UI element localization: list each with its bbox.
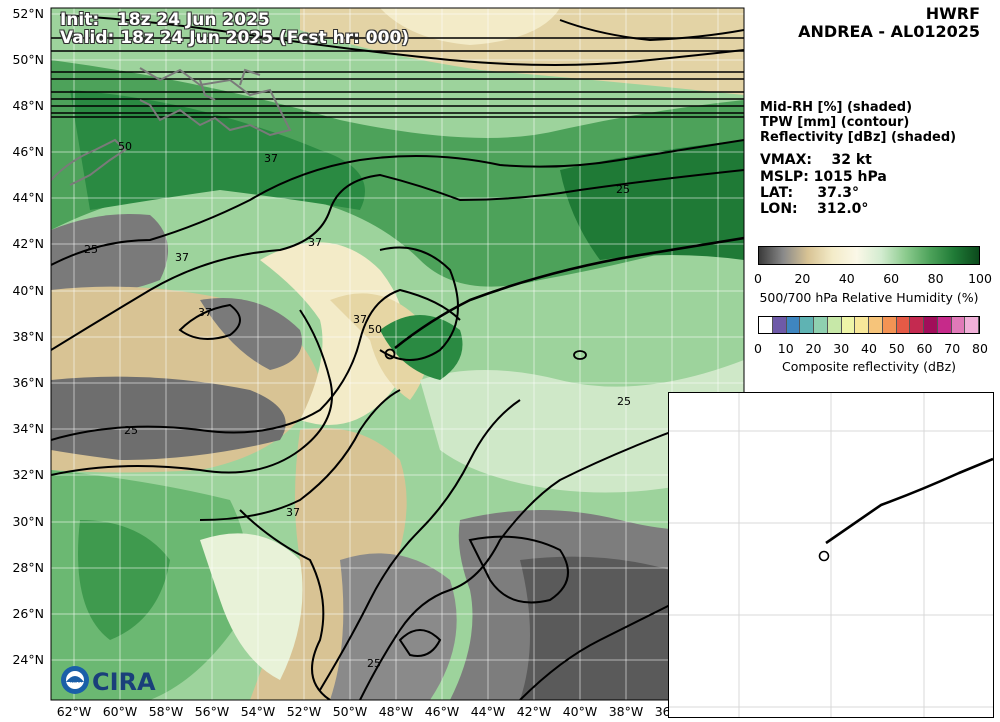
contour-label: 25 [367,657,381,670]
lat-label: 24°N [12,652,44,667]
reflectivity-colorbar-segment [910,317,924,333]
lat-label: 44°N [12,190,44,205]
map-panel: 50 37 25 37 37 37 37 50 25 25 25 37 25 N… [12,6,745,719]
lon-label: 54°W [241,704,276,719]
reflectivity-colorbar-tick: 80 [972,341,988,356]
latitude-axis: 52°N 50°N 48°N 46°N 44°N 42°N 40°N 38°N … [12,6,44,667]
contour-label: 50 [118,140,132,153]
lat-label: 30°N [12,514,44,529]
lat-label: 40°N [12,283,44,298]
init-time-label: Init: 18z 24 Jun 2025 [60,10,270,30]
cira-logo-text: CIRA [92,668,156,696]
lon-label: 40°W [563,704,598,719]
contour-label: 50 [368,323,382,336]
reflectivity-colorbar-segment [937,317,952,333]
model-name: HWRF [925,4,980,23]
contour-label: 25 [616,183,630,196]
reflectivity-colorbar-segment [882,317,897,333]
reflectivity-colorbar-segment [965,317,979,333]
rh-colorbar-caption: 500/700 hPa Relative Humidity (%) [759,290,979,305]
reflectivity-colorbar-tick: 50 [888,341,905,356]
rh-colorbar-tick: 0 [754,271,762,286]
reflectivity-colorbar-segment [814,317,828,333]
mslp-stat: MSLP: 1015 hPa [760,169,887,185]
lon-label: 48°W [379,704,414,719]
rh-colorbar-tick: 40 [838,271,855,286]
contour-label: 37 [198,306,212,319]
lat-label: 28°N [12,560,44,575]
contour-label: 25 [124,424,138,437]
lon-stat: LON: 312.0° [760,201,869,217]
inset-storm-marker [818,550,830,562]
reflectivity-colorbar [758,316,980,334]
valid-time-label: Valid: 18z 24 Jun 2025 (Fcst hr: 000) [60,28,410,48]
reflectivity-colorbar-segment [951,317,966,333]
lon-label: 38°W [609,704,644,719]
reflectivity-colorbar-tick: 10 [777,341,794,356]
lat-label: 26°N [12,606,44,621]
reflectivity-colorbar-segment [855,317,869,333]
lat-label: 32°N [12,467,44,482]
lat-label: 50°N [12,52,44,67]
reflectivity-colorbar-tick: 20 [805,341,822,356]
lat-label: 36°N [12,375,44,390]
contour-label: 37 [353,313,367,326]
rh-colorbar-tick: 60 [883,271,900,286]
contour-label: 37 [286,506,300,519]
reflectivity-colorbar-tick: 0 [754,341,762,356]
vmax-stat: VMAX: 32 kt [760,152,872,168]
lat-label: 52°N [12,6,44,21]
inset-plot [669,393,994,717]
lon-label: 58°W [149,704,184,719]
reflectivity-colorbar-segment [841,317,856,333]
lon-label: 46°W [425,704,460,719]
lat-label: 38°N [12,329,44,344]
rh-colorbar-tick: 80 [927,271,944,286]
cira-logo: NOAA CIRA [61,666,156,696]
lon-label: 56°W [195,704,230,719]
reflectivity-colorbar-segment [827,317,842,333]
lat-label: 42°N [12,236,44,251]
inset-track-map [668,392,994,718]
lat-label: 48°N [12,98,44,113]
reflectivity-colorbar-segment [896,317,911,333]
contour-label: 37 [175,251,189,264]
contour-label: 37 [264,152,278,165]
legend-refl-line: Reflectivity [dBz] (shaded) [760,130,957,145]
lon-label: 60°W [103,704,138,719]
lon-label: 50°W [333,704,368,719]
rh-colorbar [758,246,980,265]
legend-rh-line: Mid-RH [%] (shaded) [760,100,913,115]
inset-track-line [825,457,994,545]
rh-colorbar-tick: 20 [794,271,811,286]
reflectivity-colorbar-tick: 70 [944,341,961,356]
lon-label: 52°W [287,704,322,719]
storm-name: ANDREA - AL012025 [798,22,980,41]
reflectivity-colorbar-tick: 40 [861,341,877,356]
rh-colorbar-tick: 100 [968,271,992,286]
reflectivity-colorbar-segment [786,317,801,333]
contour-label: 25 [617,395,631,408]
lon-label: 44°W [471,704,506,719]
contour-label: 37 [308,236,322,249]
reflectivity-colorbar-segment [759,317,773,333]
reflectivity-colorbar-tick: 30 [833,341,850,356]
reflectivity-colorbar-caption: Composite reflectivity (dBz) [781,359,957,374]
reflectivity-colorbar-segment [924,317,938,333]
reflectivity-colorbar-segment [869,317,883,333]
lat-stat: LAT: 37.3° [760,185,859,201]
lon-label: 42°W [517,704,552,719]
reflectivity-colorbar-segment [800,317,814,333]
reflectivity-colorbar-segment [772,317,787,333]
reflectivity-colorbar-tick: 60 [916,341,933,356]
legend-tpw-line: TPW [mm] (contour) [760,115,910,130]
lon-label: 62°W [57,704,92,719]
longitude-axis: 62°W 60°W 58°W 56°W 54°W 52°W 50°W 48°W … [57,704,690,719]
contour-label: 25 [84,243,98,256]
lat-label: 34°N [12,421,44,436]
noaa-logo-text: NOAA [70,679,82,684]
inset-grid [669,393,993,717]
lat-label: 46°N [12,144,44,159]
